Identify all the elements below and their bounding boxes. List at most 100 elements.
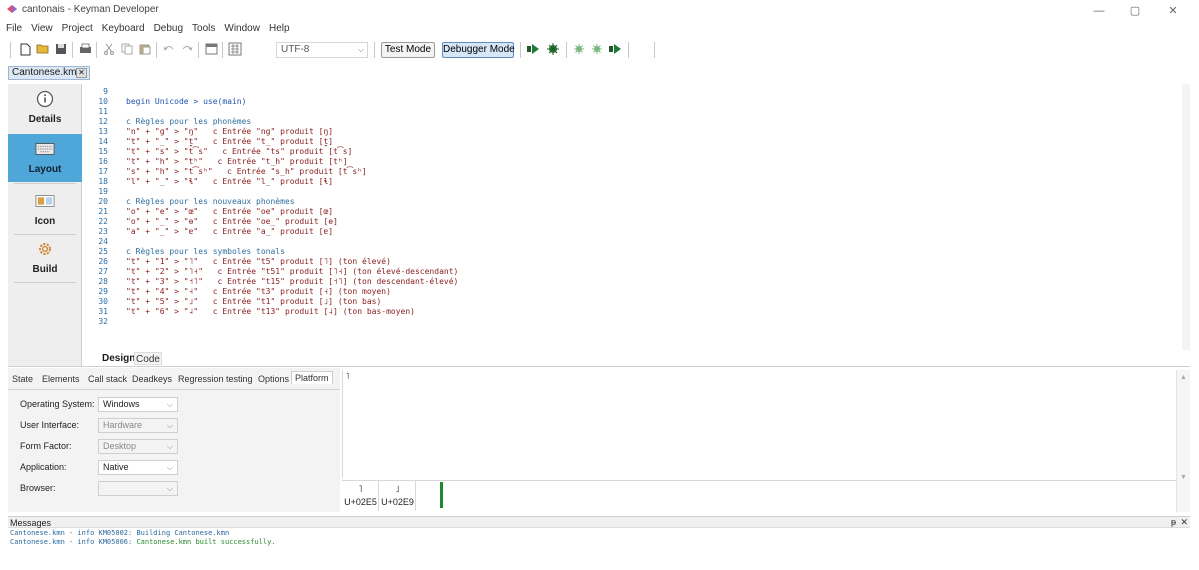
application-select[interactable]: Native ⌵: [98, 460, 178, 475]
menu-file[interactable]: File: [6, 23, 22, 34]
tab-options[interactable]: Options: [258, 374, 289, 384]
character-map-icon[interactable]: [228, 42, 242, 56]
undo-icon[interactable]: [162, 42, 176, 56]
debug-step-out-icon[interactable]: [608, 42, 622, 56]
paste-icon[interactable]: [138, 42, 152, 56]
sidebar-item-details[interactable]: Details: [8, 84, 82, 132]
messages-header: Messages ᵽ ✕: [8, 516, 1190, 528]
open-folder-icon[interactable]: [36, 42, 50, 56]
minimize-button[interactable]: —: [1082, 2, 1116, 20]
char-cell[interactable]: ˥ U+02E5: [342, 481, 379, 511]
chevron-down-icon: ⌵: [166, 400, 173, 409]
menu-tools[interactable]: Tools: [192, 23, 215, 34]
code-text: "o" + "e" > "œ" c Entrée "oe" produit [œ…: [126, 207, 334, 216]
redo-icon[interactable]: [180, 42, 194, 56]
platform-row-application: Application: Native ⌵: [8, 459, 340, 477]
menu-project[interactable]: Project: [62, 23, 93, 34]
line-number: 19: [98, 187, 108, 196]
code-text: "t" + "6" > "˨" c Entrée "t13" produit […: [126, 307, 415, 316]
layout-window-icon[interactable]: [204, 42, 218, 56]
code-editor[interactable]: 9 10 begin Unicode > use(main) 11 12 c Règles…: [84, 84, 1190, 350]
copy-icon[interactable]: [120, 42, 134, 56]
debug-output-area[interactable]: [342, 370, 1190, 478]
tab-platform[interactable]: Platform: [291, 371, 333, 384]
sidebar-item-build[interactable]: Build: [8, 234, 82, 282]
line-number: 9: [103, 87, 108, 96]
line-number: 20: [98, 197, 108, 206]
encoding-select[interactable]: UTF-8 ⌵: [276, 42, 368, 58]
cut-icon[interactable]: [102, 42, 116, 56]
platform-settings-panel: Operating System: Windows ⌵ User Interfa…: [8, 390, 340, 512]
message-line: Cantonese.kmn - info KM05002: Building C…: [10, 529, 229, 538]
sidebar-divider: [14, 183, 76, 184]
close-messages-icon[interactable]: ✕: [1180, 517, 1188, 528]
form-factor-value: Desktop: [103, 441, 137, 451]
test-mode-button[interactable]: Test Mode: [381, 42, 435, 58]
tab-deadkeys[interactable]: Deadkeys: [132, 374, 172, 384]
title-bar: cantonais - Keyman Developer — ▢ ✕: [0, 0, 1199, 20]
code-text: "s" + "h" > "t͡sʰ" c Entrée "s_h" produi…: [126, 167, 367, 176]
line-number: 12: [98, 117, 108, 126]
code-scrollbar[interactable]: [1182, 84, 1190, 350]
debug-scrollbar[interactable]: ▲ ▼: [1176, 370, 1190, 512]
sidebar-item-icon[interactable]: Icon: [8, 186, 82, 234]
tab-regression-testing[interactable]: Regression testing: [178, 374, 253, 384]
os-select[interactable]: Windows ⌵: [98, 397, 178, 412]
tab-code[interactable]: Code: [134, 352, 162, 365]
messages-panel[interactable]: Cantonese.kmn - info KM05002: Building C…: [8, 528, 1190, 570]
menu-bar: File View Project Keyboard Debug Tools W…: [0, 20, 1199, 36]
info-icon: [35, 90, 55, 108]
char-code: U+02E9: [381, 497, 414, 507]
tab-design[interactable]: Design: [102, 352, 135, 365]
pin-icon[interactable]: ᵽ: [1171, 517, 1176, 527]
toolbar-separator: [222, 42, 223, 58]
line-number: 21: [98, 207, 108, 216]
code-text: "n" + "g" > "ŋ" c Entrée "ng" produit [ŋ…: [126, 127, 334, 136]
debug-output-text: ˥: [346, 372, 350, 381]
debug-step-over-icon[interactable]: [590, 42, 604, 56]
close-window-button[interactable]: ✕: [1156, 2, 1190, 20]
toolbar-separator: [10, 42, 11, 58]
menu-help[interactable]: Help: [269, 23, 290, 34]
keyman-app-icon: [7, 5, 17, 13]
line-number: 28: [98, 277, 108, 286]
toolbar-separator: [156, 42, 157, 58]
debug-step-icon[interactable]: [572, 42, 586, 56]
menu-debug[interactable]: Debug: [154, 23, 183, 34]
menu-view[interactable]: View: [31, 23, 53, 34]
sidebar-item-label: Icon: [34, 216, 56, 227]
toolbar-separator: [654, 42, 655, 58]
ui-label: User Interface:: [20, 420, 80, 430]
tab-call-stack[interactable]: Call stack: [88, 374, 127, 384]
menu-keyboard[interactable]: Keyboard: [102, 23, 145, 34]
tab-elements[interactable]: Elements: [42, 374, 80, 384]
new-file-icon[interactable]: [18, 42, 32, 56]
print-icon[interactable]: [78, 42, 92, 56]
line-number: 22: [98, 217, 108, 226]
debug-stop-icon[interactable]: [526, 42, 540, 56]
line-number: 27: [98, 267, 108, 276]
save-icon[interactable]: [54, 42, 68, 56]
ui-value: Hardware: [103, 420, 143, 430]
sidebar: Details Layout Icon Build: [8, 84, 82, 366]
menu-window[interactable]: Window: [224, 23, 260, 34]
sidebar-item-layout[interactable]: Layout: [8, 134, 82, 182]
code-text: "t" + "1" > "˥" c Entrée "t5" produit [˥…: [126, 257, 391, 266]
scroll-up-icon[interactable]: ▲: [1180, 374, 1187, 381]
maximize-button[interactable]: ▢: [1118, 2, 1152, 20]
close-tab-icon[interactable]: ✕: [76, 68, 87, 78]
line-number: 26: [98, 257, 108, 266]
toolbar-separator: [72, 42, 73, 58]
line-number: 29: [98, 287, 108, 296]
line-number: 13: [98, 127, 108, 136]
file-tab-cantonese[interactable]: Cantonese.kmn ✕: [8, 66, 90, 80]
tab-state[interactable]: State: [12, 374, 33, 384]
debugger-mode-button[interactable]: Debugger Mode: [442, 42, 515, 58]
messages-title: Messages: [10, 518, 52, 528]
debug-run-icon[interactable]: [546, 42, 560, 56]
line-number: 31: [98, 307, 108, 316]
encoding-value: UTF-8: [281, 44, 310, 55]
char-cell[interactable]: ˩ U+02E9: [379, 481, 416, 511]
character-grid: ˥ U+02E5 ˩ U+02E9: [342, 480, 1176, 512]
scroll-down-icon[interactable]: ▼: [1180, 474, 1187, 481]
